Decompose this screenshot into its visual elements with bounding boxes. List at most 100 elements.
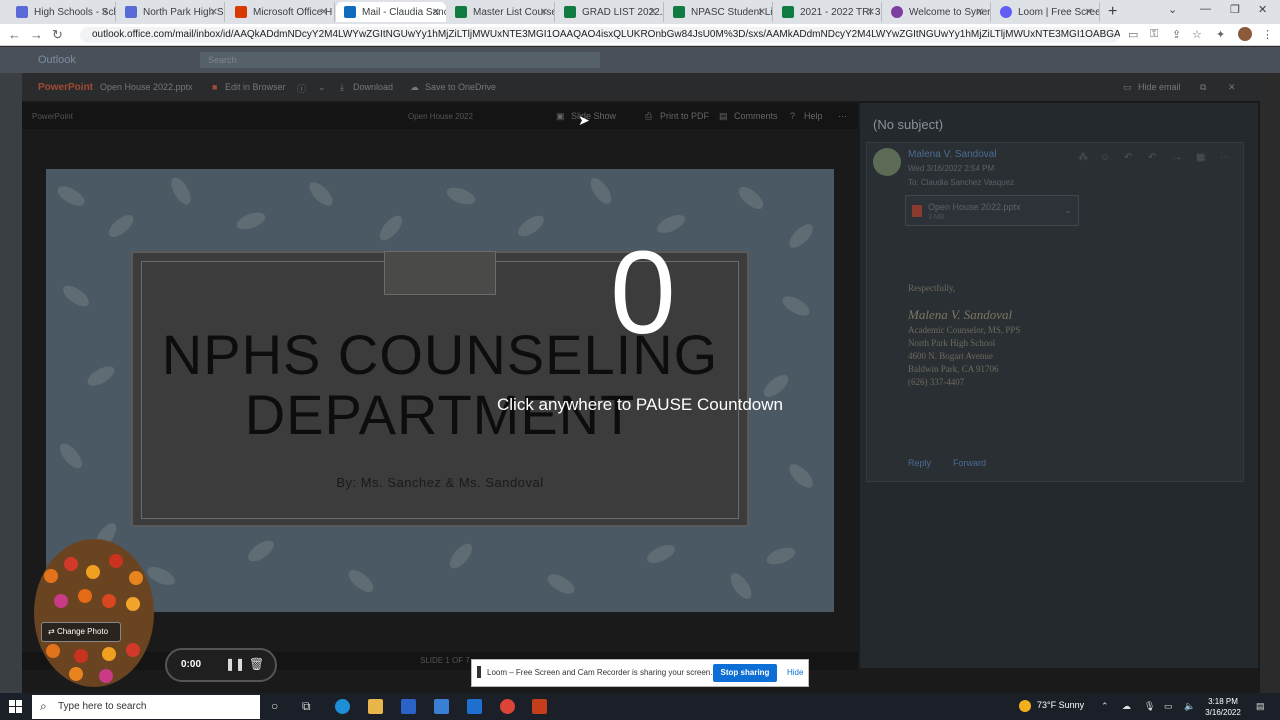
chevron-down-icon[interactable]: ⌄	[318, 82, 326, 93]
sharing-message: Loom – Free Screen and Cam Recorder is s…	[487, 668, 713, 677]
extensions-icon[interactable]: ✦	[1216, 28, 1225, 41]
back-icon[interactable]: ←	[8, 27, 21, 42]
apps-icon[interactable]: ▦	[1196, 152, 1205, 163]
pattern-leaf	[445, 540, 477, 572]
reply-all-icon[interactable]: ↶	[1148, 152, 1156, 163]
hide-sharing-bar-button[interactable]: Hide	[787, 668, 803, 677]
store-icon[interactable]	[401, 699, 416, 714]
outlook-left-rail	[0, 73, 22, 693]
pattern-leaf	[345, 565, 377, 597]
info-icon[interactable]: ⓘ	[297, 82, 306, 95]
download-button[interactable]: Download	[353, 82, 393, 92]
close-icon[interactable]: ✕	[320, 7, 328, 18]
stop-sharing-button[interactable]: Stop sharing	[713, 664, 777, 682]
reply-icon[interactable]: ↶	[1124, 152, 1132, 163]
menu-icon[interactable]: ⋮	[1262, 28, 1273, 41]
comments-button[interactable]: Comments	[734, 111, 778, 121]
countdown-number[interactable]: 0	[580, 225, 706, 361]
powerpoint-app-icon[interactable]	[532, 699, 547, 714]
onedrive-tray-icon[interactable]: ☁	[1122, 701, 1131, 712]
close-viewer-icon[interactable]: ✕	[1228, 82, 1236, 93]
new-tab-button[interactable]: +	[1108, 3, 1117, 21]
drag-handle-icon[interactable]	[477, 666, 481, 678]
microphone-icon[interactable]: 🎙	[1144, 701, 1155, 712]
forward-icon[interactable]: →	[1172, 152, 1182, 163]
browser-tab[interactable]: High Schools - Sch ✕	[8, 2, 116, 22]
attachment-name: Open House 2022.pptx	[928, 202, 1021, 212]
more-actions-icon[interactable]: ⋯	[1220, 152, 1230, 163]
screencast-icon[interactable]: ▭	[1128, 28, 1138, 41]
restore-icon[interactable]: ❐	[1230, 3, 1240, 16]
minimize-icon[interactable]: —	[1200, 3, 1211, 15]
sender-name[interactable]: Malena V. Sandoval	[908, 149, 997, 160]
browser-tab[interactable]: Welcome to Syner ✕	[883, 2, 991, 22]
browser-tab[interactable]: GRAD LIST 2022.xl ✕	[556, 2, 664, 22]
close-icon[interactable]: ✕	[101, 7, 109, 18]
trash-icon[interactable]: 🗑	[249, 657, 264, 671]
edit-in-browser-button[interactable]: Edit in Browser	[225, 82, 286, 92]
close-icon[interactable]: ✕	[758, 7, 766, 18]
countdown-message[interactable]: Click anywhere to PAUSE Countdown	[460, 395, 820, 415]
teams-app-icon[interactable]	[467, 699, 482, 714]
close-icon[interactable]: ✕	[867, 7, 875, 18]
forward-icon[interactable]: →	[30, 27, 43, 42]
teams-icon[interactable]: ⁂	[1078, 152, 1088, 163]
close-icon[interactable]: ✕	[649, 7, 657, 18]
chevron-up-icon[interactable]: ⌃	[1101, 701, 1109, 712]
pattern-leaf	[586, 174, 616, 208]
forward-button[interactable]: Forward	[953, 458, 986, 468]
save-to-onedrive-button[interactable]: Save to OneDrive	[425, 82, 496, 92]
share-icon[interactable]: ⇪	[1172, 28, 1181, 41]
task-view-icon[interactable]: ⧉	[302, 699, 311, 714]
chrome-icon[interactable]	[500, 699, 515, 714]
close-icon[interactable]: ✕	[540, 7, 548, 18]
file-explorer-icon[interactable]	[368, 699, 383, 714]
url-field[interactable]: outlook.office.com/mail/inbox/id/AAQkADd…	[80, 27, 1120, 43]
pause-icon[interactable]: ❚❚	[225, 657, 245, 671]
react-icon[interactable]: ☺	[1100, 152, 1110, 163]
volume-icon[interactable]: 🔈	[1184, 701, 1195, 712]
print-pdf-button[interactable]: Print to PDF	[660, 111, 709, 121]
cortana-icon[interactable]: ○	[271, 699, 278, 713]
tulip-bloom	[86, 565, 100, 579]
reply-button[interactable]: Reply	[908, 458, 931, 468]
signature-name: Malena V. Sandoval	[908, 307, 1013, 322]
reload-icon[interactable]: ↻	[52, 27, 63, 43]
close-icon[interactable]: ✕	[432, 7, 440, 18]
browser-tab[interactable]: NPASC Student Lis ✕	[665, 2, 773, 22]
close-icon[interactable]: ✕	[210, 7, 218, 18]
window-close-icon[interactable]: ✕	[1258, 3, 1267, 16]
browser-tab[interactable]: Master List Course ✕	[447, 2, 555, 22]
password-icon[interactable]: ⚿	[1150, 28, 1158, 41]
browser-tab[interactable]: Loom | Free Screen ✕	[992, 2, 1100, 22]
browser-tab[interactable]: Microsoft Office H ✕	[227, 2, 335, 22]
chevron-down-icon[interactable]: ⌄	[1064, 205, 1072, 216]
more-icon[interactable]: ⋯	[838, 111, 847, 122]
attachment-card[interactable]: Open House 2022.pptx 3 MB ⌄	[905, 195, 1079, 226]
bookmark-star-icon[interactable]: ☆	[1192, 28, 1202, 41]
edge-icon[interactable]	[335, 699, 350, 714]
webcam-bubble[interactable]	[34, 539, 154, 687]
popout-icon[interactable]: ⧉	[1200, 82, 1206, 93]
taskbar-search-input[interactable]: ⌕ Type here to search	[32, 695, 260, 719]
close-icon[interactable]: ✕	[1085, 7, 1093, 18]
browser-tab[interactable]: 2021 - 2022 TRI 3 ✕	[774, 2, 882, 22]
hide-email-button[interactable]: Hide email	[1138, 82, 1181, 92]
change-photo-button[interactable]: ⇄ Change Photo	[41, 622, 121, 642]
help-button[interactable]: Help	[804, 111, 823, 121]
start-square	[16, 707, 22, 713]
windows-start-icon[interactable]	[9, 700, 22, 713]
mail-app-icon[interactable]	[434, 699, 449, 714]
site-icon	[125, 6, 137, 18]
browser-tab-active[interactable]: Mail - Claudia Sanc ✕	[336, 2, 446, 22]
notifications-icon[interactable]: ▤	[1256, 701, 1265, 712]
network-icon[interactable]: ▭	[1164, 701, 1173, 712]
profile-avatar[interactable]	[1238, 27, 1252, 41]
taskbar-clock[interactable]: 3:18 PM 3/16/2022	[1202, 696, 1244, 718]
outlook-search-input[interactable]: Search	[200, 52, 600, 68]
browser-tab[interactable]: North Park High Sc ✕	[117, 2, 225, 22]
close-icon[interactable]: ✕	[976, 7, 984, 18]
weather-text[interactable]: 73°F Sunny	[1037, 700, 1084, 710]
sender-avatar[interactable]	[873, 148, 901, 176]
tab-search-icon[interactable]: ⌄	[1168, 3, 1177, 16]
